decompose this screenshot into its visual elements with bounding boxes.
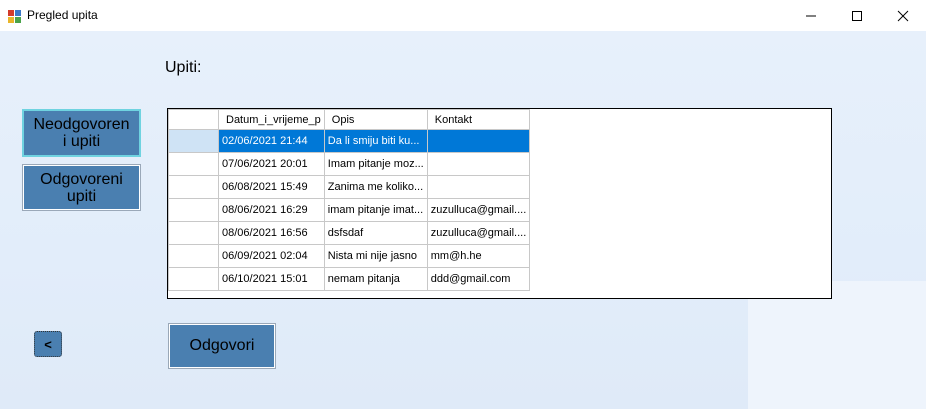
table-row[interactable]: 06/08/2021 15:49 Zanima me koliko... [168, 175, 531, 199]
cell-datum[interactable]: 02/06/2021 21:44 [218, 129, 325, 153]
cell-opis[interactable]: Imam pitanje moz... [323, 152, 428, 176]
cell-datum[interactable]: 07/06/2021 20:01 [218, 152, 325, 176]
form-client-area: Upiti: Neodgovoren i upiti Odgovoreni up… [0, 31, 926, 409]
minimize-icon [805, 10, 817, 22]
header-row: Datum_i_vrijeme_p Opis Kontakt [168, 109, 531, 130]
close-icon [897, 10, 909, 22]
answered-inquiries-button[interactable]: Odgovoreni upiti [22, 164, 141, 211]
row-header[interactable] [168, 152, 219, 176]
table-row[interactable]: 02/06/2021 21:44 Da li smiju biti ku... [168, 129, 531, 153]
title-bar: Pregled upita [0, 0, 926, 31]
inquiries-grid[interactable]: Datum_i_vrijeme_p Opis Kontakt 02/06/202… [167, 108, 832, 299]
cell-datum[interactable]: 06/08/2021 15:49 [218, 175, 325, 199]
row-header[interactable] [168, 175, 219, 199]
cell-opis[interactable]: Da li smiju biti ku... [323, 129, 428, 153]
cell-kontakt[interactable]: ddd@gmail.com [426, 267, 531, 291]
table-row[interactable]: 06/10/2021 15:01 nemam pitanja ddd@gmail.c… [168, 267, 531, 291]
row-header[interactable] [168, 198, 219, 222]
table-row[interactable]: 08/06/2021 16:56 dsfsdaf zuzulluca@gmail..… [168, 221, 531, 245]
cell-kontakt[interactable] [426, 175, 531, 199]
cell-kontakt[interactable]: zuzulluca@gmail.... [426, 221, 531, 245]
row-header[interactable] [168, 129, 219, 153]
cell-opis[interactable]: nemam pitanja [323, 267, 428, 291]
cell-kontakt[interactable]: mm@h.he [426, 244, 531, 268]
column-header-datum[interactable]: Datum_i_vrijeme_p [218, 109, 325, 130]
window-title: Pregled upita [27, 8, 98, 22]
inquiries-table: Datum_i_vrijeme_p Opis Kontakt 02/06/202… [168, 109, 531, 291]
row-header[interactable] [168, 267, 219, 291]
app-icon [7, 8, 23, 24]
reply-button[interactable]: Odgovori [168, 323, 276, 369]
column-header-opis[interactable]: Opis [323, 109, 428, 130]
cell-opis[interactable]: imam pitanje imat... [323, 198, 428, 222]
background-panel [748, 281, 926, 409]
unanswered-inquiries-button[interactable]: Neodgovoren i upiti [22, 109, 141, 157]
close-button[interactable] [880, 0, 926, 31]
cell-opis[interactable]: Zanima me koliko... [323, 175, 428, 199]
cell-kontakt[interactable] [426, 152, 531, 176]
column-header-kontakt[interactable]: Kontakt [426, 109, 531, 130]
corner-header [168, 109, 219, 130]
maximize-button[interactable] [834, 0, 880, 31]
back-button[interactable]: < [34, 331, 62, 357]
cell-datum[interactable]: 06/10/2021 15:01 [218, 267, 325, 291]
cell-kontakt[interactable] [426, 129, 531, 153]
cell-opis[interactable]: Nista mi nije jasno [323, 244, 428, 268]
row-header[interactable] [168, 244, 219, 268]
table-row[interactable]: 07/06/2021 20:01 Imam pitanje moz... [168, 152, 531, 176]
row-header[interactable] [168, 221, 219, 245]
page-title: Upiti: [165, 59, 202, 76]
cell-datum[interactable]: 06/09/2021 02:04 [218, 244, 325, 268]
minimize-button[interactable] [788, 0, 834, 31]
table-row[interactable]: 06/09/2021 02:04 Nista mi nije jasno mm@h.… [168, 244, 531, 268]
cell-opis[interactable]: dsfsdaf [323, 221, 428, 245]
cell-kontakt[interactable]: zuzulluca@gmail.... [426, 198, 531, 222]
maximize-icon [851, 10, 863, 22]
cell-datum[interactable]: 08/06/2021 16:29 [218, 198, 325, 222]
table-row[interactable]: 08/06/2021 16:29 imam pitanje imat... zuzu… [168, 198, 531, 222]
cell-datum[interactable]: 08/06/2021 16:56 [218, 221, 325, 245]
